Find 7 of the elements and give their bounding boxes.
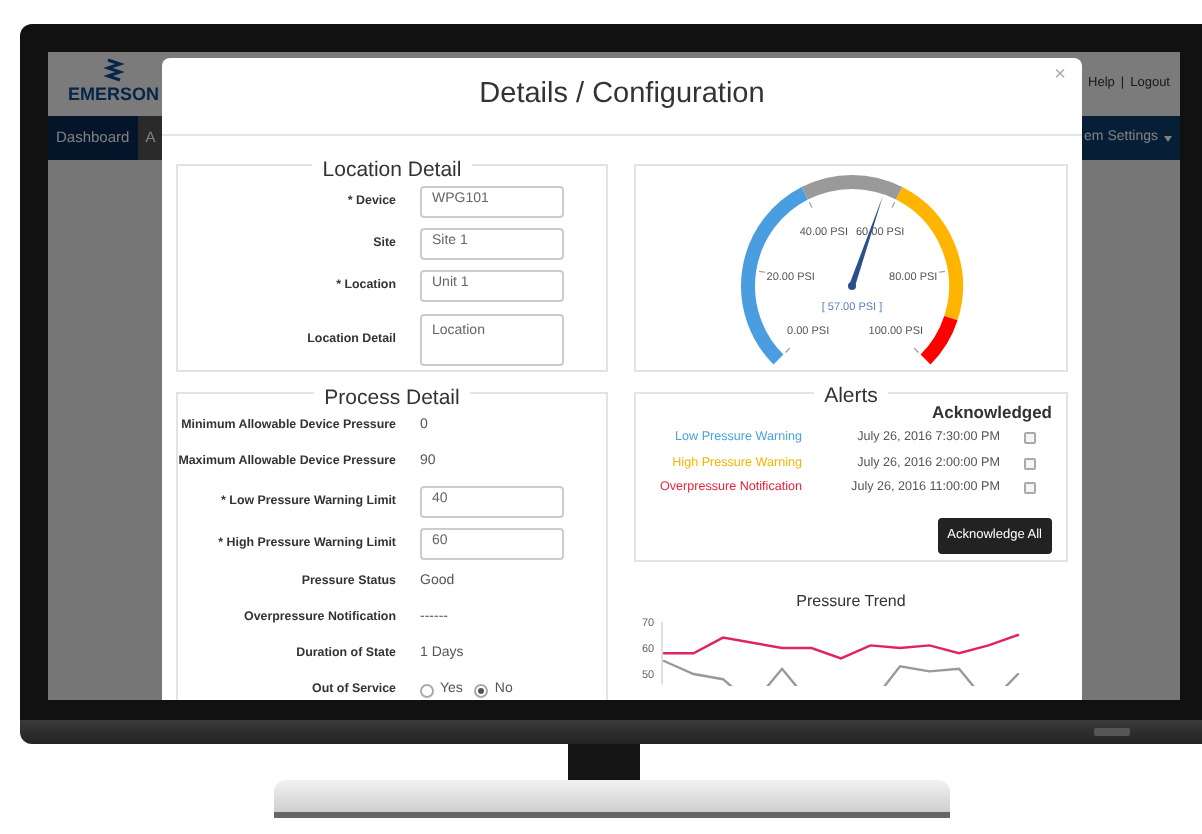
section-title: Location Detail (312, 158, 472, 182)
modal-title: Details / Configuration (479, 76, 765, 115)
section-title: Process Detail (314, 386, 470, 410)
section-title: Alerts (814, 384, 888, 408)
chart-title: Pressure Trend (794, 590, 908, 614)
logo-text: EMERSON (68, 82, 160, 109)
column-header: Acknowledged (930, 400, 1054, 426)
